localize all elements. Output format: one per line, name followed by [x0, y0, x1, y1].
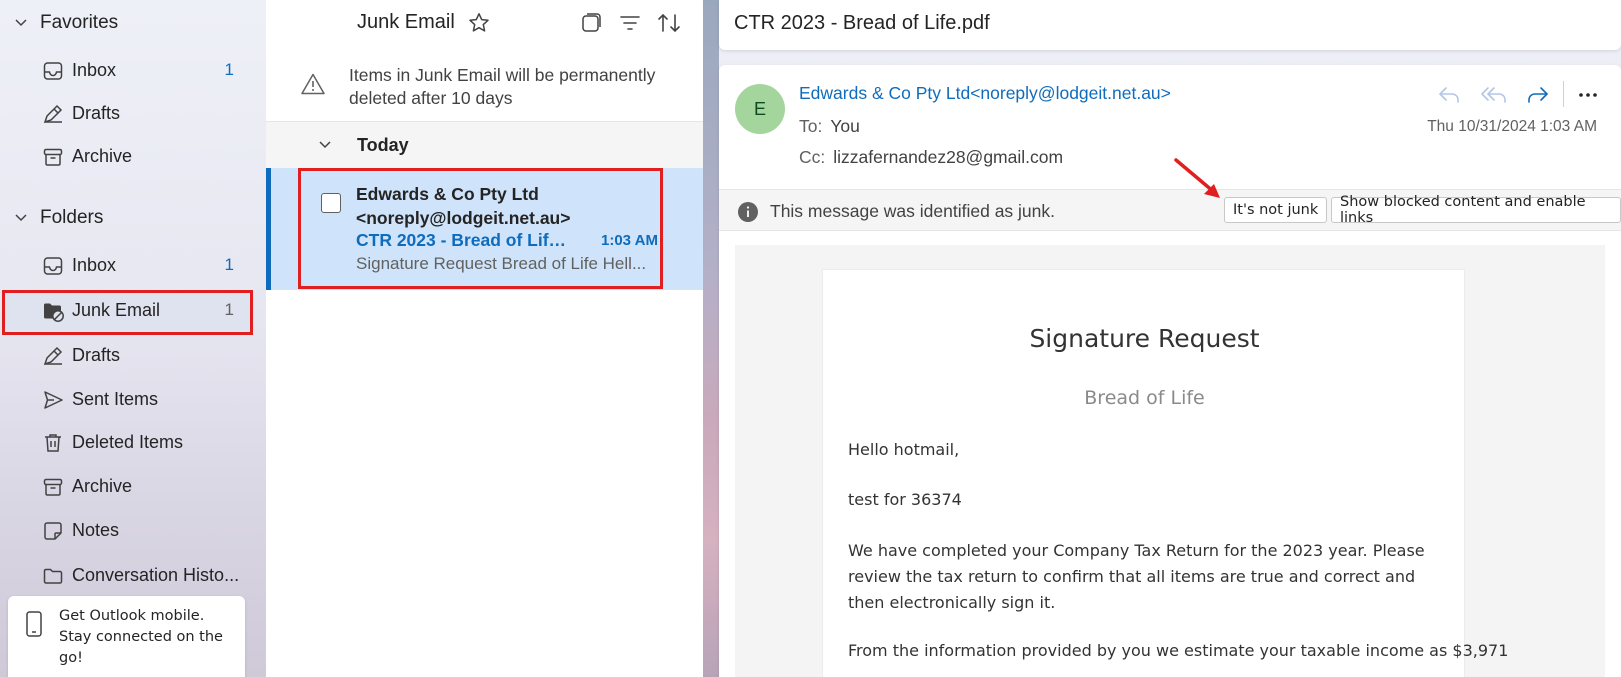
folder-item-notes[interactable]: Notes — [2, 510, 254, 550]
inbox-icon — [43, 257, 63, 275]
trash-icon — [45, 434, 61, 452]
filter-icon[interactable] — [618, 11, 642, 35]
folder-item-conversation-history[interactable]: Conversation Histo... — [2, 555, 254, 595]
favorites-item-inbox[interactable]: Inbox 1 — [2, 50, 254, 90]
message-list-pane: Junk Email Items in Junk Email will be p… — [266, 0, 703, 677]
favorites-item-archive[interactable]: Archive — [2, 136, 254, 176]
select-mode-icon[interactable] — [579, 11, 603, 35]
toolbar-divider — [1563, 81, 1564, 107]
favorites-item-drafts[interactable]: Drafts — [2, 93, 254, 133]
reply-icon[interactable] — [1436, 82, 1462, 108]
nav-item-label: Archive — [72, 475, 133, 496]
message-sender: Edwards & Co Pty Ltd <noreply@lodgeit.ne… — [356, 182, 656, 230]
folder-item-archive[interactable]: Archive — [2, 466, 254, 506]
chevron-down-icon — [15, 214, 27, 222]
drafts-icon — [43, 104, 63, 124]
show-blocked-content-button[interactable]: Show blocked content and enable links — [1331, 194, 1621, 226]
unread-count: 1 — [224, 300, 234, 319]
nav-item-label: Inbox — [72, 254, 117, 275]
notice-text: Items in Junk Email will be permanently … — [349, 65, 656, 108]
email-body-card: Signature Request Bread of Life Hello ho… — [822, 269, 1509, 677]
promo-text: Get Outlook mobile. Stay connected on th… — [59, 608, 223, 666]
nav-item-label: Drafts — [72, 344, 121, 365]
folder-item-drafts[interactable]: Drafts — [2, 335, 254, 375]
sender-address[interactable]: Edwards & Co Pty Ltd<noreply@lodgeit.net… — [799, 83, 1171, 104]
to-value[interactable]: You — [830, 116, 860, 136]
archive-icon — [43, 148, 63, 166]
nav-item-label: Conversation Histo... — [72, 564, 240, 585]
to-line: To: You — [799, 116, 860, 137]
body-paragraph: We have completed your Company Tax Retur… — [848, 541, 1425, 612]
note-icon — [44, 522, 62, 540]
body-subheading: Bread of Life — [1084, 387, 1205, 409]
sender-email: <noreply@lodgeit.net.au> — [356, 208, 571, 228]
unread-count: 1 — [224, 60, 234, 79]
body-line: test for 36374 — [848, 490, 962, 509]
nav-item-label: Drafts — [72, 102, 121, 123]
nav-item-label: Junk Email — [72, 299, 161, 320]
warning-icon — [301, 73, 325, 95]
message-preview: Signature Request Bread of Life Hell... — [356, 254, 647, 273]
reading-pane-subject-bar: CTR 2023 - Bread of Life.pdf — [719, 0, 1621, 50]
junk-warning-text: This message was identified as junk. — [770, 201, 1055, 221]
nav-item-label: Sent Items — [72, 388, 159, 409]
archive-icon — [43, 478, 63, 496]
message-row[interactable]: Edwards & Co Pty Ltd <noreply@lodgeit.ne… — [266, 168, 703, 290]
to-label: To: — [799, 116, 823, 136]
drafts-icon — [43, 346, 63, 366]
group-header-today[interactable]: Today — [266, 122, 703, 168]
body-heading: Signature Request — [1029, 324, 1260, 353]
nav-item-label: Deleted Items — [72, 431, 184, 452]
folder-item-deleted-items[interactable]: Deleted Items — [2, 422, 254, 462]
sort-icon[interactable] — [656, 11, 682, 35]
reply-all-icon[interactable] — [1479, 82, 1509, 108]
star-icon[interactable] — [467, 11, 491, 35]
folders-label: Folders — [40, 207, 104, 228]
send-icon — [44, 391, 63, 409]
sender-avatar[interactable]: E — [735, 84, 785, 134]
annotation-arrow-icon — [1174, 158, 1220, 198]
cc-value[interactable]: lizzafernandez28@gmail.com — [833, 147, 1063, 167]
cc-line: Cc: lizzafernandez28@gmail.com — [799, 147, 1063, 168]
message-subject: CTR 2023 - Bread of Life.... — [356, 230, 571, 250]
sender-name: Edwards & Co Pty Ltd — [356, 184, 539, 204]
chevron-down-icon — [15, 19, 27, 27]
nav-item-label: Notes — [72, 519, 120, 540]
info-icon — [738, 202, 758, 222]
favorites-header[interactable]: Favorites — [0, 3, 266, 43]
email-subject: CTR 2023 - Bread of Life.pdf — [734, 12, 990, 34]
message-time: 1:03 AM — [601, 232, 658, 249]
folder-icon — [43, 568, 63, 584]
more-actions-icon[interactable] — [1575, 82, 1601, 108]
folder-item-sent-items[interactable]: Sent Items — [2, 379, 254, 419]
folder-pane: Favorites Inbox 1 Drafts Archive Folders… — [0, 0, 266, 677]
junk-retention-notice: Items in Junk Email will be permanently … — [266, 46, 703, 122]
message-list-header: Junk Email — [266, 0, 703, 46]
body-paragraph: From the information provided by you we … — [848, 641, 1509, 660]
folder-item-junk-email[interactable]: Junk Email 1 — [2, 290, 254, 330]
email-date: Thu 10/31/2024 1:03 AM — [1427, 118, 1597, 135]
unread-count: 1 — [224, 255, 234, 274]
folder-title: Junk Email — [357, 11, 455, 33]
background-strip — [703, 0, 719, 677]
folder-item-inbox[interactable]: Inbox 1 — [2, 245, 254, 285]
not-junk-button[interactable]: It's not junk — [1224, 197, 1328, 223]
outlook-mobile-promo[interactable]: Get Outlook mobile. Stay connected on th… — [8, 596, 245, 677]
inbox-icon — [43, 62, 63, 80]
nav-item-label: Inbox — [72, 59, 117, 80]
folders-header[interactable]: Folders — [0, 198, 266, 238]
favorites-label: Favorites — [40, 12, 119, 33]
chevron-down-icon — [319, 141, 331, 149]
phone-icon — [26, 611, 42, 637]
junk-folder-icon — [44, 303, 64, 322]
nav-item-label: Archive — [72, 145, 133, 166]
cc-label: Cc: — [799, 147, 826, 167]
forward-icon[interactable] — [1525, 82, 1551, 108]
email-body: Signature Request Bread of Life Hello ho… — [735, 245, 1605, 677]
message-checkbox[interactable] — [321, 193, 341, 213]
body-greeting: Hello hotmail, — [848, 440, 960, 459]
group-label: Today — [357, 135, 409, 155]
